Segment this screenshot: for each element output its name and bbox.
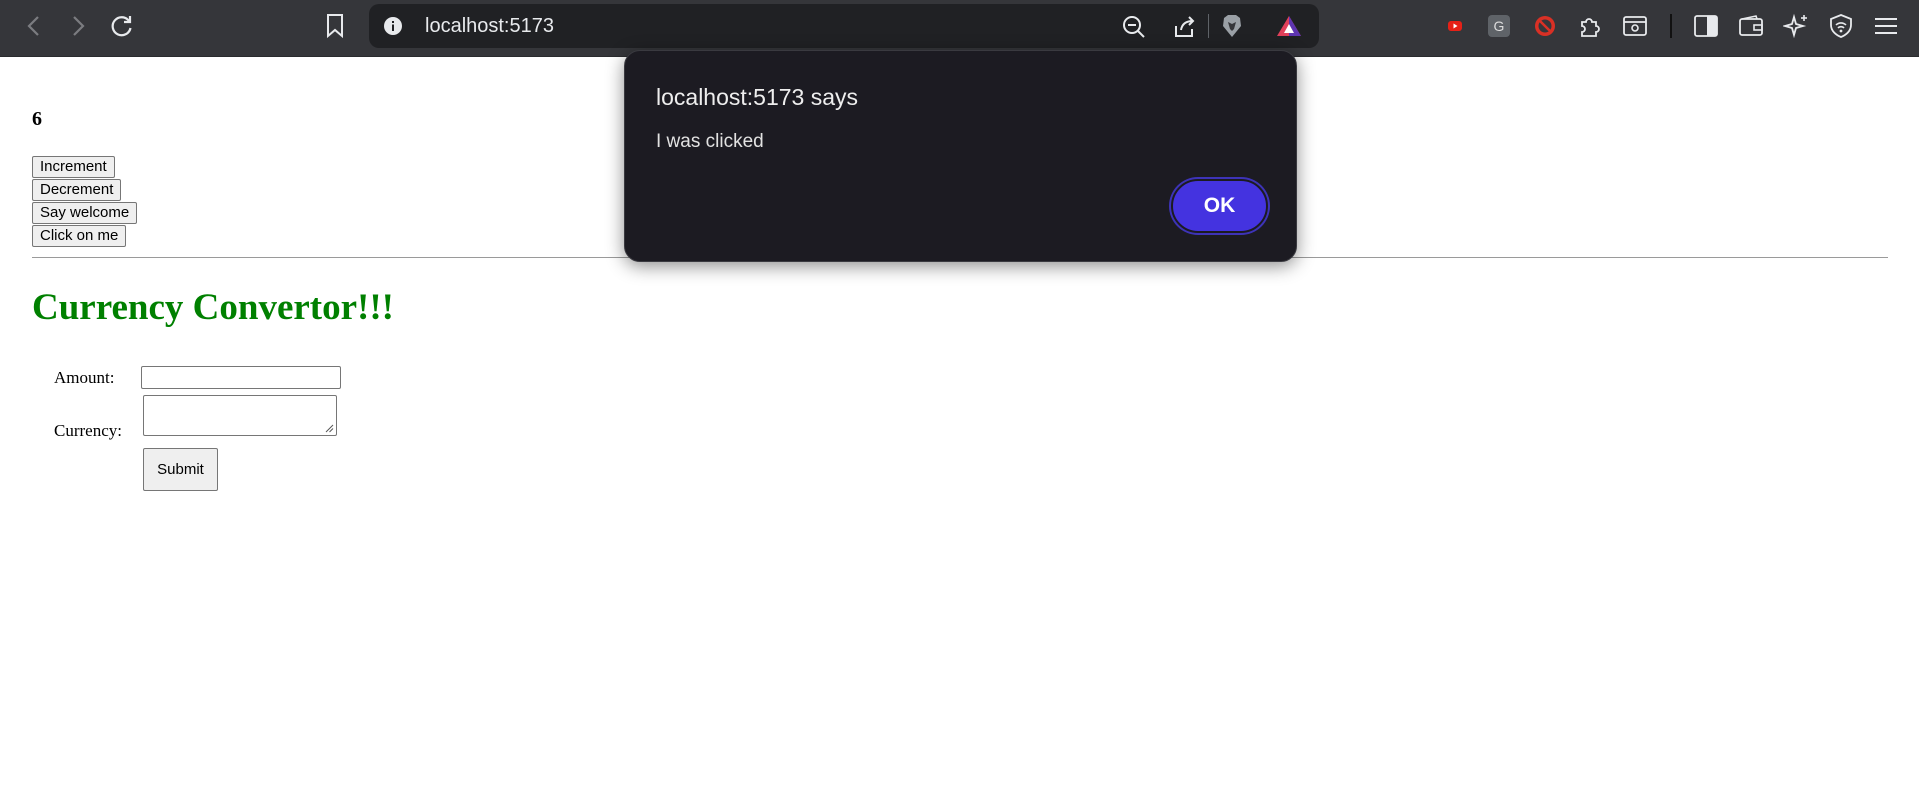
urlbar-divider [1208, 14, 1209, 38]
dialog-ok-button[interactable]: OK [1171, 179, 1268, 233]
blocker-extension-icon[interactable] [1527, 8, 1563, 44]
click-on-me-button[interactable]: Click on me [32, 225, 127, 247]
decrement-button[interactable]: Decrement [32, 179, 122, 201]
resize-grip-icon[interactable] [325, 424, 334, 433]
alert-dialog: localhost:5173 says I was clicked OK [624, 50, 1297, 262]
share-icon[interactable] [1172, 14, 1198, 45]
dialog-message: I was clicked [656, 131, 764, 152]
grammarly-extension-icon[interactable]: G [1488, 15, 1510, 37]
forward-icon[interactable] [60, 8, 96, 44]
extensions-puzzle-icon[interactable] [1572, 8, 1608, 44]
increment-button[interactable]: Increment [32, 156, 115, 178]
back-icon[interactable] [16, 8, 52, 44]
currency-textarea[interactable] [143, 395, 337, 436]
bookmark-icon[interactable] [317, 8, 353, 44]
brave-shields-icon[interactable] [1220, 13, 1244, 44]
youtube-extension-icon[interactable] [1437, 8, 1473, 44]
toolbar-divider [1670, 14, 1672, 38]
vpn-icon[interactable] [1823, 8, 1859, 44]
wallet-icon[interactable] [1733, 8, 1769, 44]
sidebar-toggle-icon[interactable] [1688, 8, 1724, 44]
submit-button[interactable]: Submit [143, 448, 218, 491]
counter-button-group: Increment Decrement Say welcome Click on… [32, 156, 138, 248]
address-bar[interactable]: localhost:5173 [369, 4, 1319, 48]
brave-rewards-icon[interactable] [1276, 14, 1302, 43]
zoom-out-icon[interactable] [1121, 14, 1147, 45]
reload-icon[interactable] [104, 8, 140, 44]
amount-input[interactable] [141, 366, 341, 389]
counter-value: 6 [32, 108, 42, 130]
browser-toolbar: localhost:5173 G [0, 0, 1919, 57]
main-menu-icon[interactable] [1868, 8, 1904, 44]
say-welcome-button[interactable]: Say welcome [32, 202, 138, 224]
reading-list-icon[interactable] [1617, 8, 1653, 44]
amount-label: Amount: [54, 368, 115, 387]
leo-ai-icon[interactable] [1778, 8, 1814, 44]
url-text[interactable]: localhost:5173 [425, 15, 554, 38]
dialog-title: localhost:5173 says [656, 84, 859, 110]
site-info-icon[interactable] [383, 16, 403, 41]
page-heading: Currency Convertor!!! [32, 287, 394, 328]
currency-label: Currency: [54, 421, 122, 440]
